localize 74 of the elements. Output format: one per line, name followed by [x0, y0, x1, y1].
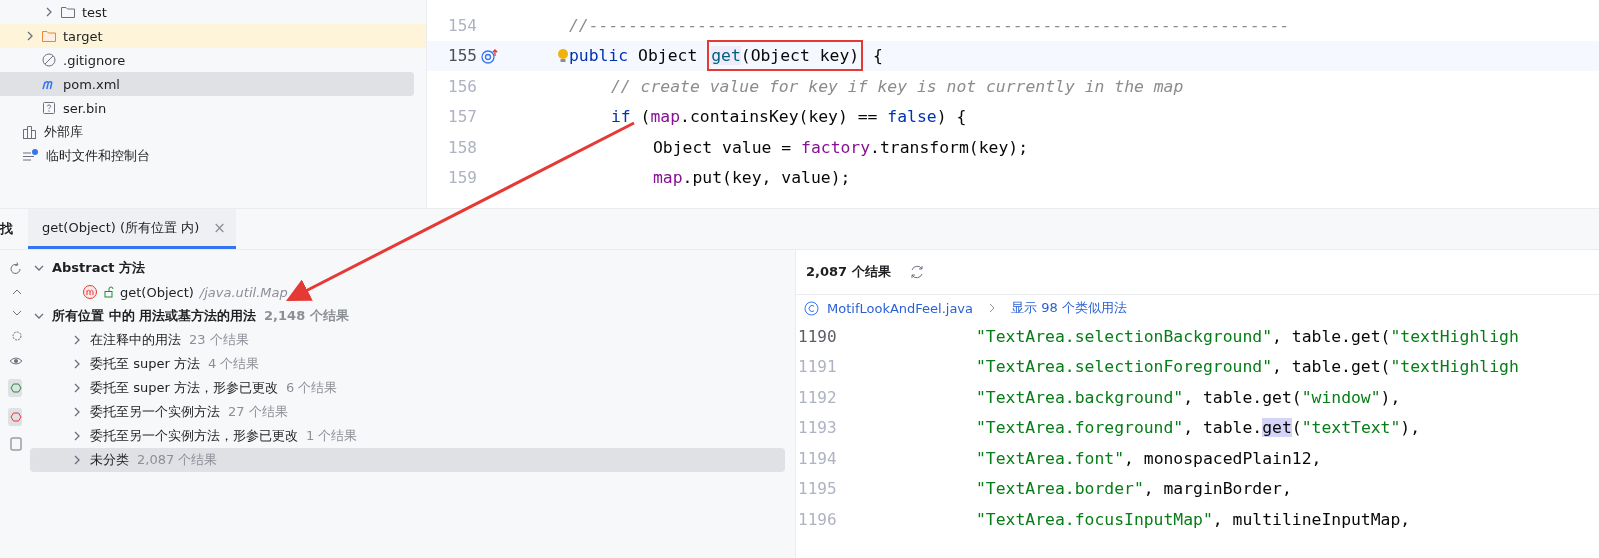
result-group[interactable]: Abstract 方法 — [30, 256, 785, 280]
tree-item[interactable]: 外部库 — [0, 120, 426, 144]
line-number: 1196 — [797, 509, 838, 529]
line-number: 1195 — [797, 479, 838, 499]
code-line: map.put(key, value); — [652, 168, 851, 188]
unlocked-icon — [104, 286, 114, 298]
chevron-icon[interactable] — [25, 31, 35, 41]
line-number: 1193 — [797, 418, 838, 438]
line-number: 159 — [447, 168, 477, 188]
line-number: 1191 — [797, 357, 838, 377]
chevron-icon[interactable] — [34, 311, 44, 321]
code-line: Object value = factory.transform(key); — [652, 137, 1028, 157]
code-line: //----------------------------------------------------------------------- — [569, 15, 1290, 35]
result-item[interactable]: get(Object) /java.util.Map — [30, 280, 785, 304]
file-link[interactable]: MotifLookAndFeel.java — [827, 300, 974, 316]
result-group[interactable]: 在注释中的用法 23 个结果 — [30, 328, 785, 352]
chevron-icon[interactable] — [34, 263, 44, 273]
line-number: 1192 — [797, 387, 838, 407]
list-with-badge-icon — [22, 148, 40, 164]
result-group[interactable]: 所有位置 中的 用法或基方法的用法 2,148 个结果 — [30, 304, 785, 328]
folder-icon — [41, 28, 57, 44]
result-group[interactable]: 未分类 2,087 个结果 — [30, 448, 785, 472]
method-icon — [82, 284, 98, 300]
tree-item[interactable]: .gitignore — [0, 48, 426, 72]
code-line: "TextArea.border", marginBorder, — [976, 479, 1292, 499]
tree-item[interactable]: target — [0, 24, 426, 48]
similar-usages-link[interactable]: 显示 98 个类似用法 — [1011, 299, 1127, 317]
line-number: 1194 — [797, 448, 838, 468]
chevron-icon[interactable] — [72, 383, 82, 393]
tree-item[interactable]: pom.xml — [0, 72, 414, 96]
line-number: 155 — [447, 46, 477, 66]
line-number: 1190 — [797, 326, 838, 346]
question-file-icon — [41, 100, 57, 116]
tree-item[interactable]: test — [0, 0, 426, 24]
refresh-icon[interactable] — [10, 262, 22, 276]
panel-title: 找 — [0, 220, 14, 238]
chevron-icon[interactable] — [44, 7, 54, 17]
code-line: "TextArea.background", table.get("window"), — [976, 387, 1401, 407]
eye-icon[interactable] — [10, 354, 22, 368]
prohibited-icon — [41, 52, 57, 68]
code-line: // create value for key if key is not currently in the map — [610, 76, 1184, 96]
target-arrow-icon[interactable] — [481, 47, 499, 64]
chevron-icon[interactable] — [72, 455, 82, 465]
line-number: 158 — [447, 137, 477, 157]
chevron-icon[interactable] — [72, 407, 82, 417]
folder-icon — [60, 4, 76, 20]
line-number: 154 — [447, 15, 477, 35]
line-number: 157 — [447, 107, 477, 127]
chevron-icon[interactable] — [72, 335, 82, 345]
chevron-down-icon[interactable] — [12, 308, 22, 318]
refresh-icon[interactable] — [908, 264, 925, 280]
chevron-icon[interactable] — [72, 431, 82, 441]
library-icon — [22, 124, 38, 140]
line-number: 156 — [447, 76, 477, 96]
code-line: "TextArea.selectionBackground", table.get("textHighligh — [976, 326, 1519, 346]
chevron-icon[interactable] — [72, 359, 82, 369]
chevron-up-icon[interactable] — [12, 287, 22, 297]
code-line: "TextArea.focusInputMap", multilineInputMap, — [976, 509, 1411, 529]
result-group[interactable]: 委托至 super 方法 4 个结果 — [30, 352, 785, 376]
code-line: "TextArea.selectionForeground", table.get("textHighligh — [976, 357, 1519, 377]
annotation-box: get(Object key) — [707, 40, 864, 72]
result-count: 2,087 个结果 — [806, 263, 891, 281]
tree-item[interactable]: 临时文件和控制台 — [0, 144, 426, 168]
result-group[interactable]: 委托至另一个实例方法 27 个结果 — [30, 400, 785, 424]
code-line: "TextArea.font", monospacedPlain12, — [976, 448, 1322, 468]
light-bulb-icon[interactable] — [557, 47, 569, 64]
class-icon — [804, 300, 819, 316]
result-group[interactable]: 委托至 super 方法，形参已更改 6 个结果 — [30, 376, 785, 400]
code-line: if (map.containsKey(key) == false) { — [610, 107, 967, 127]
code-line: public Object get(Object key) { — [569, 40, 883, 72]
result-group[interactable]: 委托至另一个实例方法，形参已更改 1 个结果 — [30, 424, 785, 448]
tree-item[interactable]: ser.bin — [0, 96, 426, 120]
code-line: "TextArea.foreground", table.get("textText"), — [976, 418, 1421, 438]
tab[interactable]: get(Object) (所有位置 内) × — [28, 209, 236, 249]
